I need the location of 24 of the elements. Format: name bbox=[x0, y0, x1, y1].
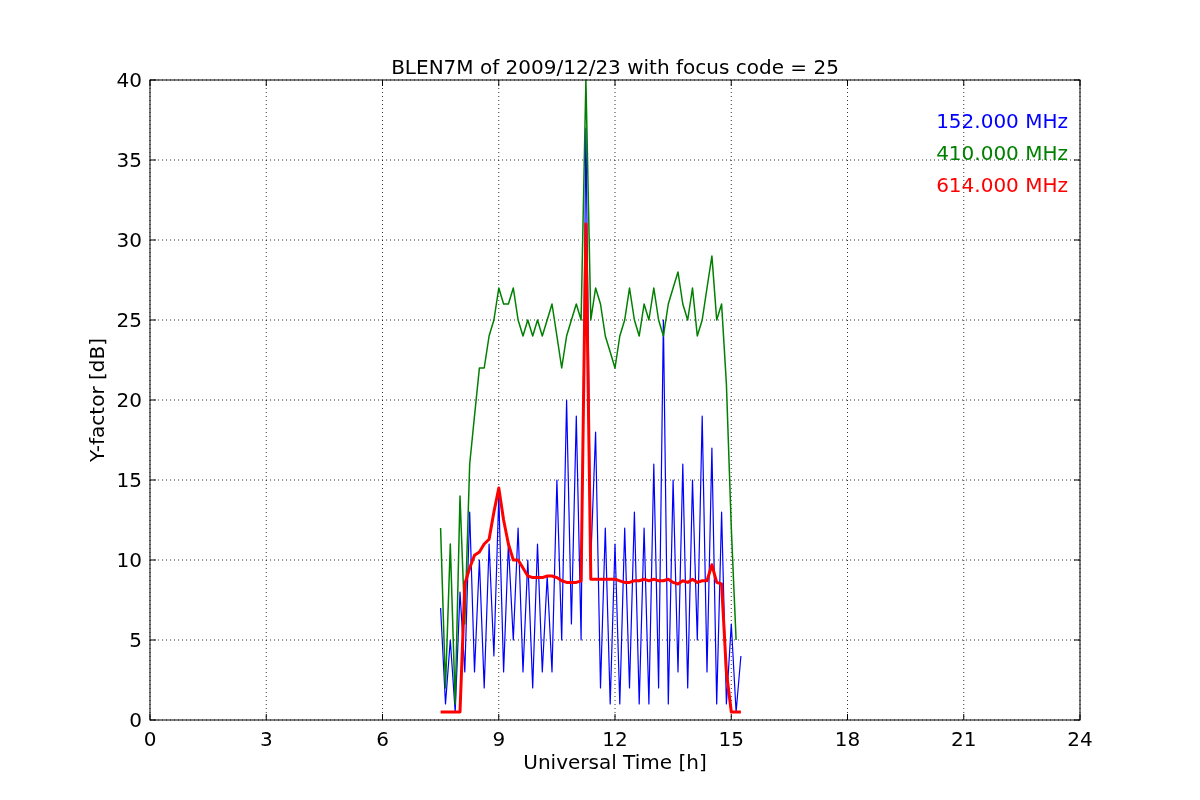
legend-label: 152.000 MHz bbox=[936, 109, 1068, 133]
x-tick-label: 15 bbox=[718, 727, 744, 751]
y-tick-label: 15 bbox=[116, 468, 142, 492]
y-axis-label: Y-factor [dB] bbox=[85, 338, 109, 462]
x-axis-label: Universal Time [h] bbox=[523, 750, 707, 774]
x-tick-label: 21 bbox=[951, 727, 977, 751]
x-tick-label: 3 bbox=[259, 727, 273, 751]
y-tick-label: 35 bbox=[116, 148, 142, 172]
legend-label: 410.000 MHz bbox=[936, 141, 1068, 165]
y-tick-label: 40 bbox=[116, 68, 142, 92]
y-tick-label: 30 bbox=[116, 228, 142, 252]
y-tick-label: 25 bbox=[116, 308, 142, 332]
x-tick-label: 24 bbox=[1067, 727, 1093, 751]
y-tick-label: 20 bbox=[116, 388, 142, 412]
y-tick-label: 0 bbox=[129, 708, 142, 732]
x-tick-label: 12 bbox=[602, 727, 628, 751]
y-tick-label: 5 bbox=[129, 628, 142, 652]
legend-label: 614.000 MHz bbox=[936, 173, 1068, 197]
chart-title: BLEN7M of 2009/12/23 with focus code = 25 bbox=[391, 55, 839, 79]
y-tick-label: 10 bbox=[116, 548, 142, 572]
x-tick-label: 18 bbox=[834, 727, 861, 751]
x-tick-label: 6 bbox=[376, 727, 389, 751]
x-tick-label: 0 bbox=[143, 727, 157, 751]
x-tick-label: 9 bbox=[492, 727, 506, 751]
